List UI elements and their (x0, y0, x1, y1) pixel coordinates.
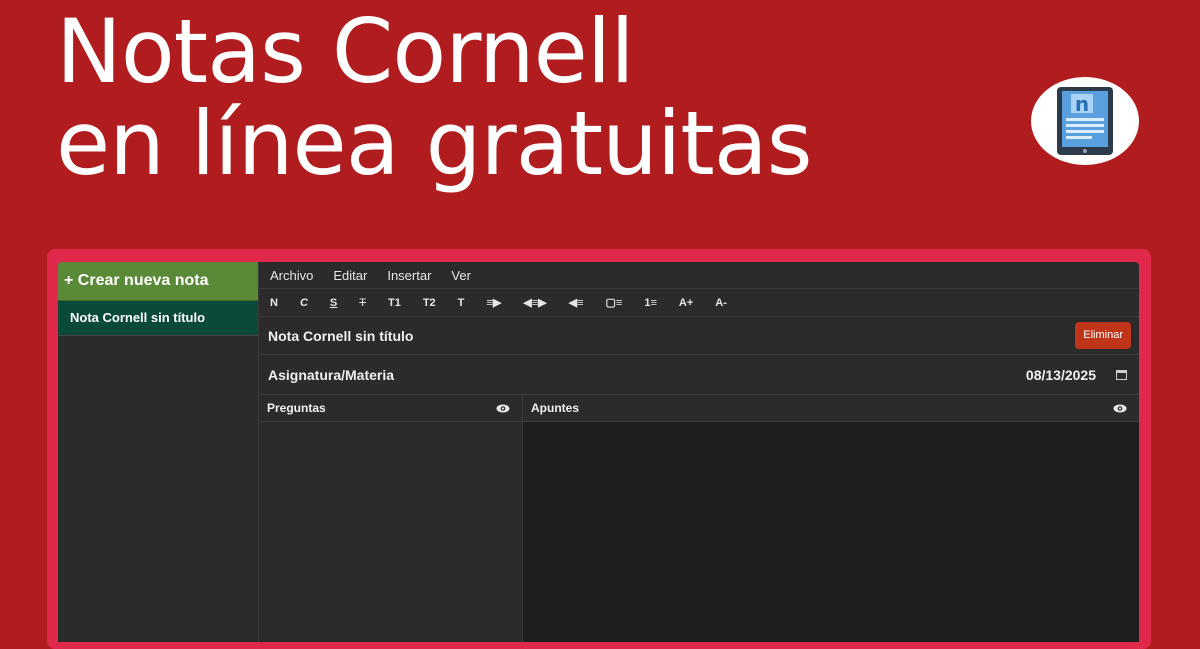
svg-text:n: n (1075, 92, 1089, 116)
sidebar: + Crear nueva nota Nota Cornell sin títu… (58, 262, 259, 642)
increase-font-button[interactable]: A+ (679, 297, 693, 309)
note-title-row: Nota Cornell sin título Eliminar (259, 317, 1139, 355)
menu-archivo[interactable]: Archivo (270, 268, 313, 283)
subject-row: Asignatura/Materia 08/13/2025 (259, 355, 1139, 395)
notebook-tablet-icon: n (1057, 87, 1113, 155)
sidebar-note-item[interactable]: Nota Cornell sin título (58, 301, 258, 336)
bullet-list-icon[interactable]: ▢≡ (606, 296, 623, 309)
hero-title: Notas Cornell en línea gratuitas (56, 0, 813, 195)
calendar-icon[interactable] (1116, 369, 1127, 380)
normal-text-button[interactable]: T (458, 297, 465, 309)
bold-button[interactable]: N (270, 297, 278, 309)
hero-title-line-2: en línea gratuitas (56, 92, 813, 195)
underline-button[interactable]: S (330, 297, 337, 309)
create-note-button[interactable]: + Crear nueva nota (58, 262, 258, 301)
strikethrough-button[interactable]: T (359, 297, 366, 309)
notes-eye-icon[interactable] (1113, 404, 1127, 413)
notes-column[interactable]: Apuntes (523, 395, 1139, 642)
menu-editar[interactable]: Editar (333, 268, 367, 283)
editor: Archivo Editar Insertar Ver N C S T T1 T… (259, 262, 1139, 642)
menu-insertar[interactable]: Insertar (387, 268, 431, 283)
subject-field[interactable]: Asignatura/Materia (268, 367, 1026, 383)
notes-header: Apuntes (523, 395, 1139, 422)
menu-ver[interactable]: Ver (451, 268, 471, 283)
italic-button[interactable]: C (300, 297, 308, 309)
questions-label: Preguntas (267, 401, 326, 415)
heading2-button[interactable]: T2 (423, 297, 436, 309)
indent-icon[interactable]: ≡▶ (486, 296, 501, 309)
delete-button[interactable]: Eliminar (1075, 322, 1131, 349)
questions-eye-icon[interactable] (496, 404, 510, 413)
questions-header: Preguntas (259, 395, 522, 422)
notes-label: Apuntes (531, 401, 579, 415)
menu-bar: Archivo Editar Insertar Ver (259, 262, 1139, 289)
heading1-button[interactable]: T1 (388, 297, 401, 309)
questions-column[interactable]: Preguntas (259, 395, 523, 642)
note-title[interactable]: Nota Cornell sin título (268, 328, 413, 344)
app-window: + Crear nueva nota Nota Cornell sin títu… (58, 262, 1139, 642)
hero-title-line-1: Notas Cornell (56, 0, 635, 103)
outdent-icon[interactable]: ◀≡ (569, 296, 584, 309)
date-field[interactable]: 08/13/2025 (1026, 367, 1096, 383)
decrease-font-button[interactable]: A- (715, 297, 727, 309)
format-toolbar: N C S T T1 T2 T ≡▶ ◀≡▶ ◀≡ ▢≡ 1≡ A+ A- (259, 289, 1139, 317)
cornell-columns: Preguntas Apuntes (259, 395, 1139, 642)
align-center-icon[interactable]: ◀≡▶ (523, 296, 546, 309)
logo: n (1031, 77, 1139, 165)
numbered-list-icon[interactable]: 1≡ (644, 297, 657, 309)
